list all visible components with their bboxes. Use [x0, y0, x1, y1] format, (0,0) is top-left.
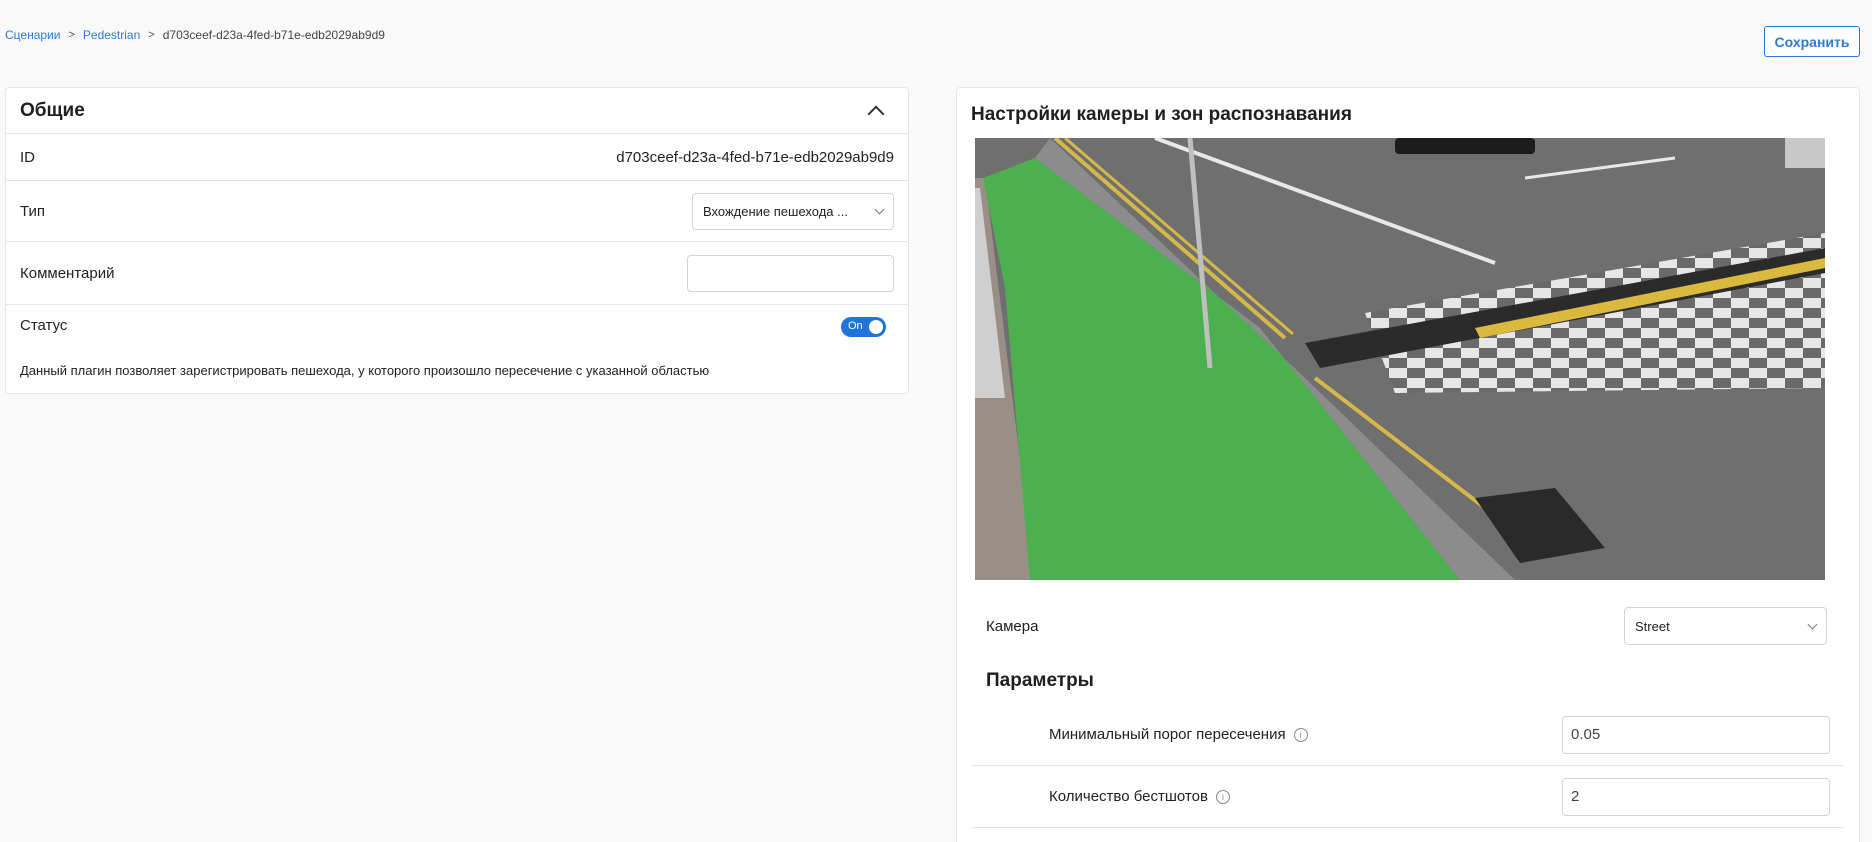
plugin-description: Данный плагин позволяет зарегистрировать…	[20, 363, 710, 378]
status-label: Статус	[20, 317, 68, 334]
breadcrumb-scenarios-link[interactable]: Сценарии	[5, 28, 60, 42]
breadcrumb-separator: >	[148, 29, 155, 41]
chevron-down-icon	[874, 204, 885, 214]
breadcrumb-current: d703ceef-d23a-4fed-b71e-edb2029ab9d9	[162, 28, 385, 42]
bestshots-count-input[interactable]: 2	[1562, 777, 1830, 816]
breadcrumb-pedestrian-link[interactable]: Pedestrian	[83, 28, 140, 42]
min-threshold-input[interactable]: 0.05	[1562, 715, 1830, 754]
toggle-knob	[869, 320, 883, 334]
general-card-header[interactable]: Общие	[6, 88, 908, 134]
camera-preview-scene	[975, 138, 1825, 580]
param-label-text: Количество бестшотов	[1049, 788, 1208, 805]
breadcrumb-separator: >	[68, 29, 75, 41]
camera-row: Камера Street	[986, 607, 1827, 645]
param-label-text: Минимальный порог пересечения	[1049, 726, 1286, 743]
status-toggle[interactable]: On	[841, 317, 886, 337]
comment-input[interactable]	[687, 254, 894, 292]
camera-settings-title: Настройки камеры и зон распознавания	[971, 104, 1352, 125]
params-title: Параметры	[986, 670, 1094, 691]
status-row: Статус On	[6, 305, 908, 349]
camera-select-value: Street	[1635, 618, 1670, 634]
general-card: Общие ID d703ceef-d23a-4fed-b71e-edb2029…	[5, 87, 909, 394]
id-value: d703ceef-d23a-4fed-b71e-edb2029ab9d9	[616, 148, 894, 166]
param-label: Минимальный порог пересечения i	[1049, 726, 1308, 743]
param-label: Количество бестшотов i	[1049, 788, 1230, 805]
type-select[interactable]: Вхождение пешехода ...	[692, 192, 894, 230]
id-row: ID d703ceef-d23a-4fed-b71e-edb2029ab9d9	[6, 134, 908, 181]
save-button[interactable]: Сохранить	[1764, 26, 1860, 57]
general-card-title: Общие	[20, 99, 85, 121]
param-row-min-threshold: Минимальный порог пересечения i 0.05	[971, 704, 1844, 766]
param-row-bestshots-count: Количество бестшотов i 2	[971, 766, 1844, 828]
camera-label: Камера	[986, 617, 1039, 635]
chevron-down-icon	[1807, 619, 1818, 629]
id-label: ID	[20, 148, 35, 166]
camera-settings-card: Настройки камеры и зон распознавания Кам…	[956, 87, 1860, 842]
camera-select[interactable]: Street	[1624, 607, 1827, 645]
info-icon[interactable]: i	[1293, 727, 1308, 742]
comment-row: Комментарий	[6, 242, 908, 305]
chevron-up-icon[interactable]	[867, 105, 885, 122]
status-toggle-text: On	[848, 320, 863, 332]
type-select-value: Вхождение пешехода ...	[703, 203, 848, 219]
breadcrumb: Сценарии > Pedestrian > d703ceef-d23a-4f…	[5, 28, 385, 42]
type-row: Тип Вхождение пешехода ...	[6, 181, 908, 242]
type-label: Тип	[20, 202, 46, 220]
info-icon[interactable]: i	[1215, 789, 1230, 804]
comment-label: Комментарий	[20, 264, 115, 282]
camera-preview-image[interactable]	[975, 138, 1825, 580]
